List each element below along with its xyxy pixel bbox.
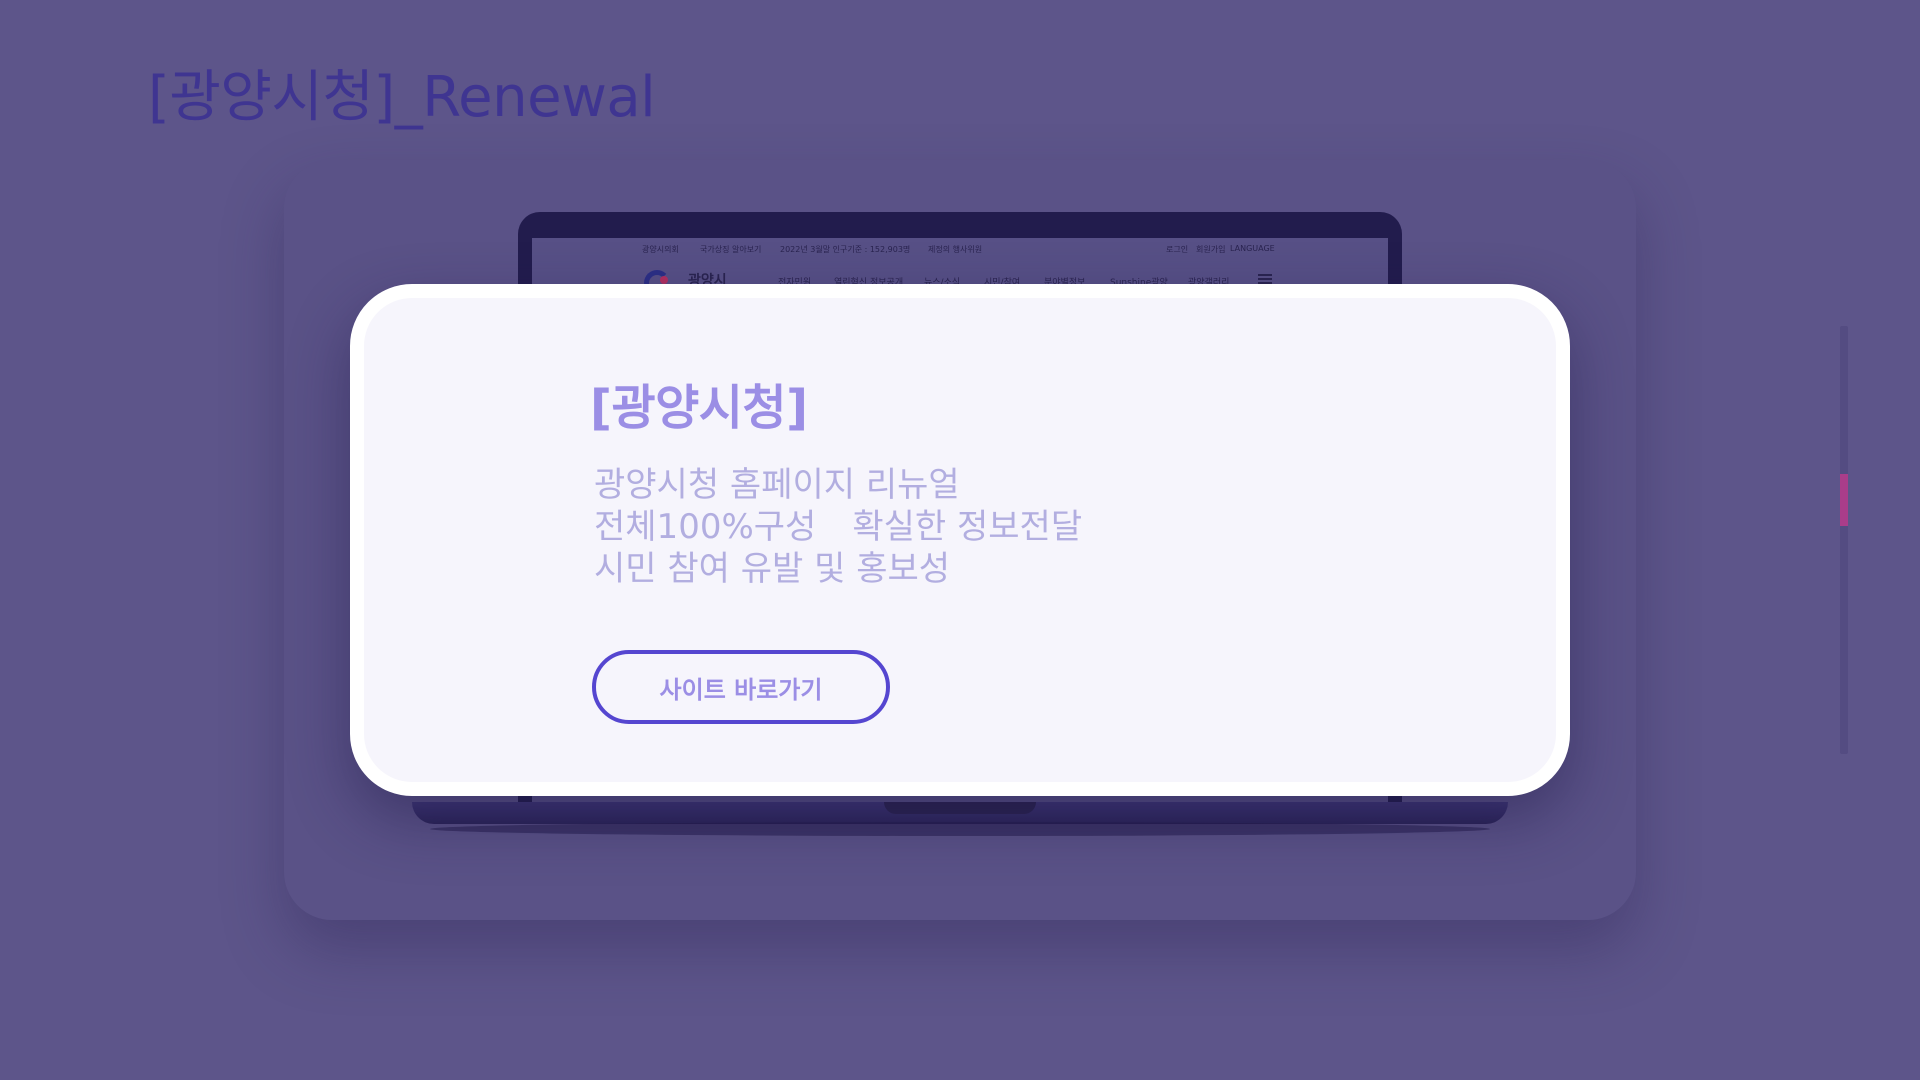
page-heading: [광양시청]_Renewal bbox=[148, 65, 656, 130]
card-description-line-2: 전체100%구성 확실한 정보전달 bbox=[594, 506, 1082, 548]
util-login-link[interactable]: 로그인 bbox=[1166, 244, 1188, 255]
util-link-council[interactable]: 광양시의회 bbox=[642, 244, 679, 255]
util-population-info: 2022년 3월말 인구기준 : 152,903명 bbox=[780, 245, 911, 254]
card-description-line-2a: 전체100%구성 bbox=[594, 507, 817, 547]
visit-site-button[interactable]: 사이트 바로가기 bbox=[592, 650, 890, 724]
util-link-event[interactable]: 제정의 행사위원 bbox=[928, 244, 982, 255]
laptop-notch bbox=[884, 802, 1036, 814]
page-scroll-track[interactable] bbox=[1840, 326, 1848, 754]
util-link-symbols[interactable]: 국가상징 알아보기 bbox=[700, 244, 761, 255]
util-language-select[interactable]: LANGUAGE bbox=[1230, 244, 1275, 253]
site-utility-bar: 광양시의회 국가상징 알아보기 2022년 3월말 인구기준 : 152,903… bbox=[532, 238, 1388, 260]
util-signup-link[interactable]: 회원가입 bbox=[1196, 244, 1225, 255]
laptop-shadow bbox=[430, 822, 1490, 836]
card-title: [광양시청] bbox=[590, 380, 808, 436]
card-description-line-3: 시민 참여 유발 및 홍보성 bbox=[594, 549, 951, 589]
hamburger-icon[interactable] bbox=[1258, 274, 1272, 284]
card-description-line-1: 광양시청 홈페이지 리뉴얼 bbox=[594, 465, 960, 505]
card-description: 광양시청 홈페이지 리뉴얼 전체100%구성 확실한 정보전달 시민 참여 유발 … bbox=[594, 464, 1082, 590]
page-scroll-thumb[interactable] bbox=[1840, 474, 1848, 526]
card-description-line-2b: 확실한 정보전달 bbox=[852, 507, 1083, 547]
city-logo-dot bbox=[660, 276, 668, 284]
